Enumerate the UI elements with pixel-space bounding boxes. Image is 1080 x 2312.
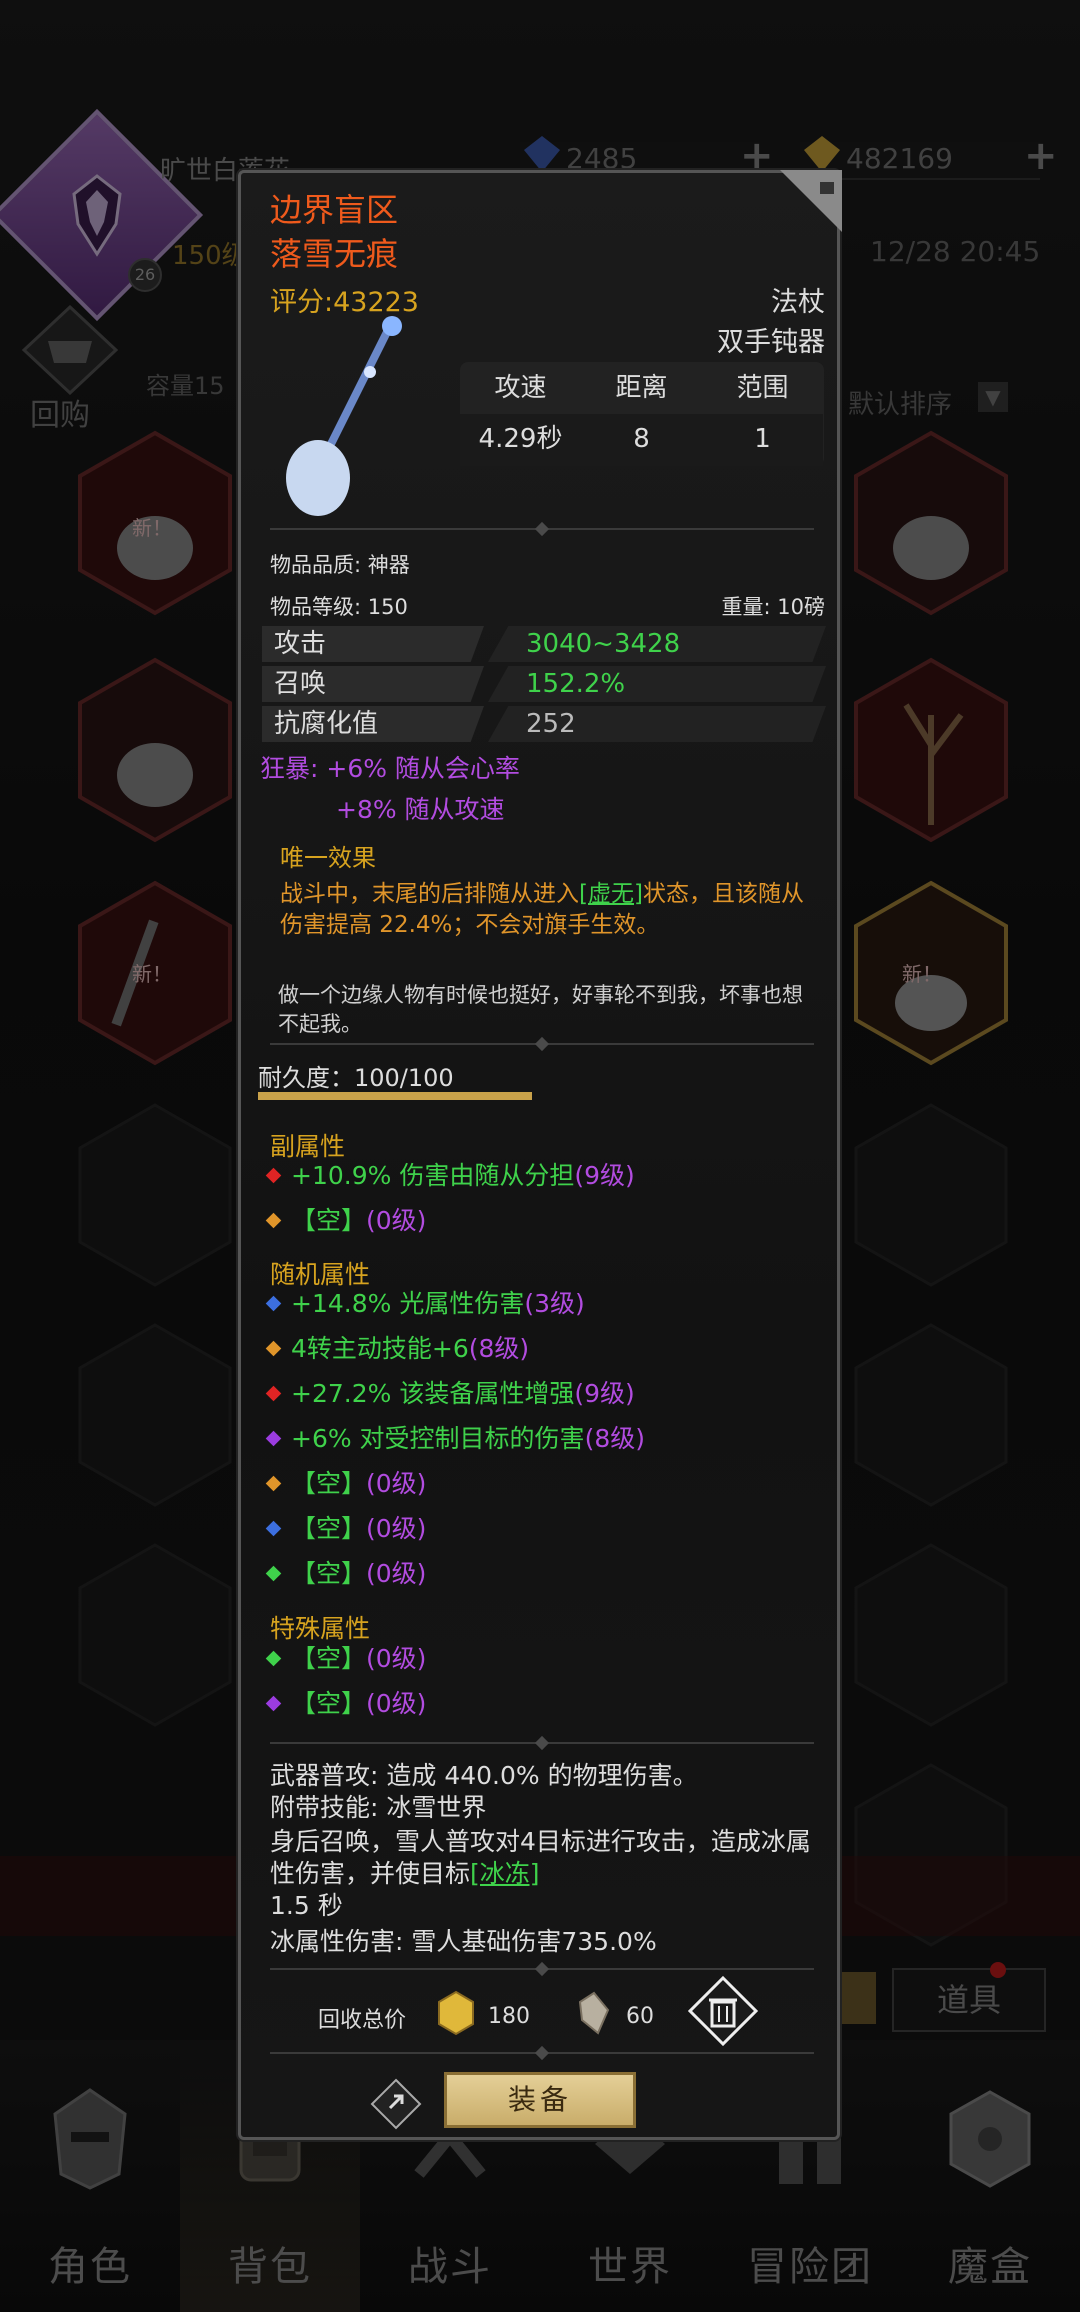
attribute-line: +27.2% 该装备属性增强(9级) [265,1376,635,1412]
desc-text: 战斗中，末尾的后排随从进入 [280,881,579,907]
stat-value: 1 [702,414,823,466]
void-status-link[interactable]: [虚无] [579,881,643,907]
gem-socket-icon [265,1695,282,1711]
ice-damage-text: 冰属性伤害: 雪人基础伤害735.0% [270,1927,657,1956]
gem-socket-icon [265,1295,282,1311]
attribute-value: 152.2% [488,666,826,702]
attribute-level: (3级) [524,1289,585,1318]
attribute-line: 【空】(0级) [265,1511,427,1547]
gem-socket-icon [265,1340,282,1356]
item-name-line2: 落雪无痕 [270,235,399,273]
gem-socket-icon [265,1212,282,1228]
attribute-text: 【空】 [291,1206,367,1235]
item-subtype: 双手钝器 [717,327,825,358]
trash-icon[interactable] [688,1976,758,2046]
gem-socket-icon [265,1167,282,1183]
skill-description: 身后召唤，雪人普攻对4目标进行攻击，造成冰属性伤害，并使目标[冰冻] 1.5 秒 [270,1826,820,1922]
attribute-text: +27.2% 该装备属性增强 [291,1379,575,1408]
attribute-text: 【空】 [291,1644,367,1673]
attribute-text: 【空】 [291,1514,367,1543]
lock-corner-icon[interactable] [780,170,842,232]
attribute-level: (0级) [366,1559,427,1588]
unique-effect-title: 唯一效果 [280,844,376,872]
gem-socket-icon [265,1385,282,1401]
attached-skill-text: 附带技能: 冰雪世界 [270,1793,487,1822]
flavor-text: 做一个边缘人物有时候也挺好，好事轮不到我，坏事也想不起我。 [278,983,803,1036]
stat-value: 8 [581,414,702,466]
skill-desc-text: 身后召唤，雪人普攻对4目标进行攻击，造成冰属性伤害，并使目标 [270,1827,811,1888]
attribute-row-summon: 召唤 152.2% [262,666,826,702]
gem-socket-icon [265,1650,282,1666]
equip-button[interactable]: 装备 [444,2072,636,2128]
attribute-value: 3040~3428 [488,626,826,662]
weapon-attack-text: 武器普攻: 造成 440.0% 的物理伤害。 [270,1761,698,1790]
attribute-level: (0级) [366,1206,427,1235]
attribute-level: (8级) [468,1334,530,1363]
attribute-line: +10.9% 伤害由随从分担(9级) [265,1158,635,1194]
stat-value: 4.29秒 [460,414,581,466]
item-weight: 重量: 10磅 [721,595,825,619]
frenzy-line2: +8% 随从攻速 [336,795,505,824]
gem-socket-icon [265,1475,282,1491]
attribute-level: (8级) [584,1424,645,1453]
item-name-line1: 边界盲区 [270,191,399,229]
attribute-line: 【空】(0级) [265,1686,427,1722]
attribute-line: +14.8% 光属性伤害(3级) [265,1286,585,1322]
attribute-line: 【空】(0级) [265,1641,427,1677]
recycle-total-label: 回收总价 [318,2008,407,2033]
attribute-level: (9级) [574,1379,635,1408]
special-attributes-title: 特殊属性 [270,1614,371,1643]
attribute-text: 【空】 [291,1689,367,1718]
attribute-label: 召唤 [262,666,484,702]
attribute-label: 抗腐化值 [262,706,484,742]
attribute-row-corruption: 抗腐化值 252 [262,706,826,742]
attribute-level: (0级) [366,1644,427,1673]
attribute-text: 4转主动技能+6 [291,1334,469,1363]
attribute-level: (0级) [366,1514,427,1543]
recycle-gold-value: 180 [488,2004,530,2029]
attribute-text: +14.8% 光属性伤害 [291,1289,525,1318]
share-icon[interactable] [370,2078,422,2130]
gem-socket-icon [265,1430,282,1446]
skill-desc-text: 1.5 秒 [270,1891,343,1920]
attribute-level: (0级) [366,1689,427,1718]
unique-effect-desc: 战斗中，末尾的后排随从进入[虚无]状态，且该随从伤害提高 22.4%；不会对旗手… [280,879,810,941]
attribute-line: +6% 对受控制目标的伤害(8级) [265,1421,645,1457]
ice-staff-image [286,316,402,516]
attribute-text: +6% 对受控制目标的伤害 [291,1424,585,1453]
attribute-level: (9级) [574,1161,635,1190]
attribute-value: 252 [488,706,826,742]
item-level: 物品等级: 150 [270,595,408,619]
attribute-level: (0级) [366,1469,427,1498]
gold-crystal-icon [438,1990,474,2036]
stat-header: 范围 [736,373,789,403]
attribute-row-attack: 攻击 3040~3428 [262,626,826,662]
attribute-line: 【空】(0级) [265,1556,427,1592]
durability-label: 耐久度：100/100 [258,1064,454,1092]
attribute-line: 【空】(0级) [265,1203,427,1239]
gem-socket-icon [265,1520,282,1536]
attribute-line: 【空】(0级) [265,1466,427,1502]
item-quality: 物品品质: 神器 [270,553,410,577]
attribute-text: 【空】 [291,1469,367,1498]
recycle-shard-value: 60 [626,2004,654,2029]
freeze-status-link[interactable]: [冰冻] [470,1859,540,1888]
attribute-line: 4转主动技能+6(8级) [265,1331,530,1367]
durability-bar [258,1092,532,1100]
shard-icon [578,1991,610,2035]
stat-header: 攻速 [494,373,547,403]
attribute-text: 【空】 [291,1559,367,1588]
item-type: 法杖 [771,287,825,318]
gem-socket-icon [265,1565,282,1581]
stat-header: 距离 [615,373,668,403]
weapon-stat-table: 攻速 距离 范围 4.29秒 8 1 [460,362,824,466]
attribute-label: 攻击 [262,626,484,662]
frenzy-line1: 狂暴: +6% 随从会心率 [260,754,520,783]
attribute-text: +10.9% 伤害由随从分担 [291,1161,575,1190]
